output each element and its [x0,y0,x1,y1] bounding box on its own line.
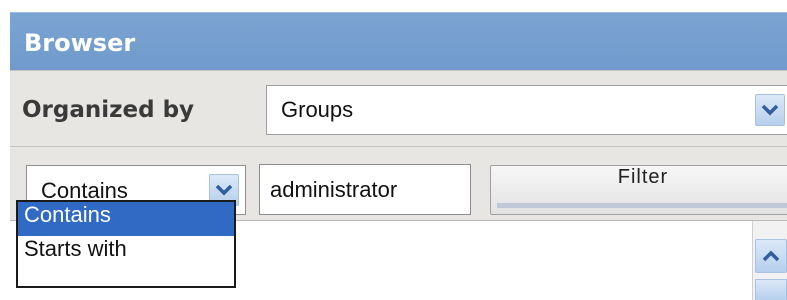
chevron-up-icon [762,250,780,262]
filter-button[interactable]: Filter [490,165,787,215]
organized-by-value: Groups [281,97,354,122]
filter-button-stripe [497,203,787,208]
filter-button-label: Filter [617,166,669,188]
chevron-down-icon [761,104,779,116]
chevron-down-icon [215,184,233,196]
filter-mode-options: Contains Starts with [16,200,236,288]
option-starts-with[interactable]: Starts with [18,236,234,270]
panel-title: Browser [24,29,136,57]
organize-row: Organized by Groups [10,70,787,147]
panel-titlebar: Browser [10,12,787,71]
vertical-scrollbar[interactable] [752,221,787,300]
scroll-thumb[interactable] [755,279,787,300]
organized-by-select[interactable]: Groups [266,85,787,135]
filter-text-input[interactable] [259,164,471,215]
organized-by-label: Organized by [22,97,195,123]
scroll-up-button[interactable] [755,239,787,273]
organized-by-dropdown-button[interactable] [755,94,785,126]
option-contains[interactable]: Contains [18,202,234,236]
